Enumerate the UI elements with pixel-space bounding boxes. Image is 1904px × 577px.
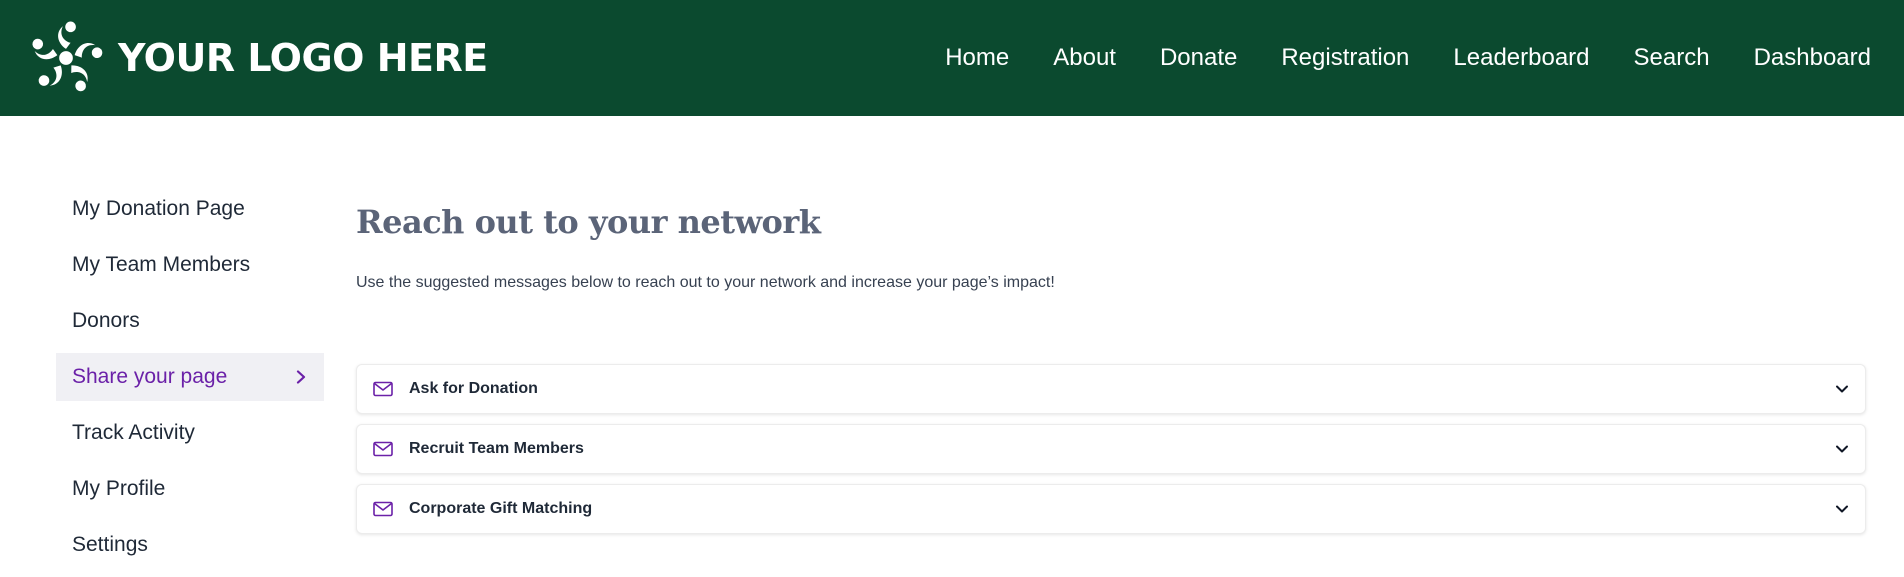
accordion-corporate-gift-matching[interactable]: Corporate Gift Matching bbox=[356, 484, 1866, 534]
nav-search[interactable]: Search bbox=[1634, 44, 1710, 72]
sidebar-item-label: My Team Members bbox=[72, 253, 251, 276]
accordion-label: Ask for Donation bbox=[409, 380, 538, 397]
accordion-recruit-team-members[interactable]: Recruit Team Members bbox=[356, 424, 1866, 474]
page-subtitle: Use the suggested messages below to reac… bbox=[356, 274, 1055, 291]
message-accordions: Ask for Donation Recruit Team Members Co… bbox=[356, 364, 1866, 534]
nav-leaderboard[interactable]: Leaderboard bbox=[1453, 44, 1589, 72]
logo-text: YOUR LOGO HERE bbox=[118, 36, 488, 80]
sidebar-item-settings[interactable]: Settings bbox=[56, 521, 324, 569]
nav-dashboard[interactable]: Dashboard bbox=[1754, 44, 1871, 72]
nav-donate[interactable]: Donate bbox=[1160, 44, 1237, 72]
sidebar-item-label: Share your page bbox=[72, 365, 228, 388]
accordion-label: Recruit Team Members bbox=[409, 440, 584, 457]
sidebar-item-label: Settings bbox=[72, 533, 148, 556]
sidebar-item-my-profile[interactable]: My Profile bbox=[56, 465, 324, 513]
accordion-label: Corporate Gift Matching bbox=[409, 500, 593, 517]
logo[interactable]: YOUR LOGO HERE bbox=[28, 20, 488, 96]
main-content: Reach out to your network Use the sugges… bbox=[356, 185, 1866, 577]
site-header: YOUR LOGO HERE Home About Donate Registr… bbox=[0, 0, 1904, 116]
main-nav: Home About Donate Registration Leaderboa… bbox=[901, 44, 1871, 72]
sidebar-item-my-donation-page[interactable]: My Donation Page bbox=[56, 185, 324, 233]
sidebar-item-label: My Profile bbox=[72, 477, 166, 500]
page-layout: My Donation Page My Team Members Donors … bbox=[0, 116, 1904, 577]
chevron-down-icon[interactable] bbox=[1835, 382, 1849, 396]
sidebar-item-label: My Donation Page bbox=[72, 197, 245, 220]
accordion-ask-for-donation[interactable]: Ask for Donation bbox=[356, 364, 1866, 414]
sidebar-item-my-team-members[interactable]: My Team Members bbox=[56, 241, 324, 289]
sidebar-item-donors[interactable]: Donors bbox=[56, 297, 324, 345]
sidebar-item-label: Track Activity bbox=[72, 421, 195, 444]
nav-about[interactable]: About bbox=[1053, 44, 1116, 72]
mail-icon bbox=[373, 381, 393, 397]
nav-home[interactable]: Home bbox=[945, 44, 1009, 72]
swirl-logo-icon bbox=[28, 21, 104, 94]
mail-icon bbox=[373, 441, 393, 457]
page-title: Reach out to your network bbox=[356, 203, 821, 241]
sidebar: My Donation Page My Team Members Donors … bbox=[56, 185, 324, 577]
chevron-right-icon bbox=[296, 370, 306, 384]
chevron-down-icon[interactable] bbox=[1835, 442, 1849, 456]
chevron-down-icon[interactable] bbox=[1835, 502, 1849, 516]
sidebar-item-share-your-page[interactable]: Share your page bbox=[56, 353, 324, 401]
sidebar-item-label: Donors bbox=[72, 309, 140, 332]
mail-icon bbox=[373, 501, 393, 517]
sidebar-item-track-activity[interactable]: Track Activity bbox=[56, 409, 324, 457]
nav-registration[interactable]: Registration bbox=[1281, 44, 1409, 72]
